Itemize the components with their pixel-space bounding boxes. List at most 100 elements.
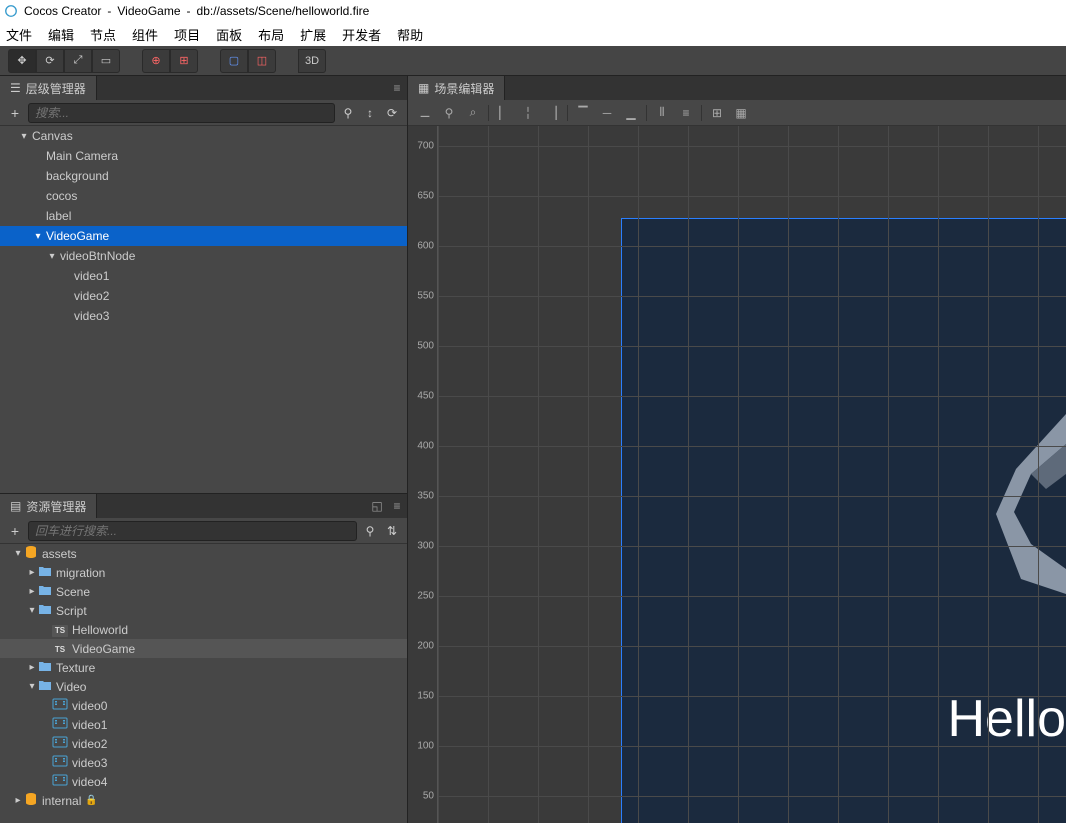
search-icon[interactable]: ⚲ [339,104,357,122]
expand-arrow-icon[interactable]: ▸ [26,586,38,597]
hierarchy-node[interactable]: video3 [0,306,407,326]
expand-arrow-icon[interactable]: ▸ [26,662,38,673]
assets-search-input[interactable] [28,521,357,541]
hierarchy-node[interactable]: ▾Canvas [0,126,407,146]
asset-item[interactable]: TSVideoGame [0,639,407,658]
menu-组件[interactable]: 组件 [132,25,158,44]
hierarchy-toolbar: + ⚲ ↕ ⟳ [0,100,407,126]
scale-tool-button[interactable]: ⤢ [64,49,92,73]
move-tool-button[interactable]: ✥ [8,49,36,73]
ruler-tick-label: 550 [417,291,434,302]
asset-label: Video [56,680,86,694]
hierarchy-node[interactable]: ▾videoBtnNode [0,246,407,266]
expand-arrow-icon[interactable]: ▾ [46,251,58,262]
asset-item[interactable]: ▾assets [0,544,407,563]
expand-arrow-icon[interactable]: ▾ [18,131,30,142]
hierarchy-node[interactable]: label [0,206,407,226]
ruler-tick-label: 300 [417,541,434,552]
align-top-icon[interactable]: ▔ [572,103,594,123]
search-icon[interactable]: ⚲ [361,522,379,540]
hierarchy-node[interactable]: video2 [0,286,407,306]
scene-canvas[interactable]: 7006506005505004504003503002502001501005… [408,126,1066,823]
align-button-2[interactable]: ◫ [248,49,276,73]
assets-tree[interactable]: ▾assets▸migration▸Scene▾ScriptTSHellowor… [0,544,407,823]
asset-item[interactable]: ▸Texture [0,658,407,677]
asset-item[interactable]: video1 [0,715,407,734]
panel-menu-icon[interactable]: ≡ [387,78,407,98]
zoom-in-icon[interactable]: ⚲ [438,103,460,123]
asset-item[interactable]: ▾ Script [0,601,407,620]
align-button-1[interactable]: ▢ [220,49,248,73]
refresh-icon[interactable]: ⟳ [383,104,401,122]
menu-面板[interactable]: 面板 [216,25,242,44]
node-label: background [44,169,109,183]
db-icon [24,792,42,809]
hierarchy-node[interactable]: cocos [0,186,407,206]
asset-item[interactable]: ▸migration [0,563,407,582]
asset-item[interactable]: ▸internal🔒 [0,791,407,810]
align-right-icon[interactable]: ▕ [541,103,563,123]
hierarchy-node[interactable]: ▾VideoGame [0,226,407,246]
expand-arrow-icon[interactable]: ▸ [26,567,38,578]
ruler-tick-label: 700 [417,141,434,152]
add-node-button[interactable]: + [6,104,24,122]
ruler-tick-label: 200 [417,641,434,652]
popout-icon[interactable]: ◱ [367,496,387,516]
menu-项目[interactable]: 项目 [174,25,200,44]
hierarchy-tab-bar: ☰ 层级管理器 ≡ [0,76,407,100]
menu-编辑[interactable]: 编辑 [48,25,74,44]
menu-布局[interactable]: 布局 [258,25,284,44]
expand-arrow-icon[interactable]: ▾ [26,605,38,616]
menu-节点[interactable]: 节点 [90,25,116,44]
align-bottom-icon[interactable]: ▁ [620,103,642,123]
assets-tab[interactable]: ▤ 资源管理器 [0,494,97,518]
menu-帮助[interactable]: 帮助 [397,25,423,44]
rect-tool-button[interactable]: ▭ [92,49,120,73]
hierarchy-node[interactable]: Main Camera [0,146,407,166]
asset-label: video4 [72,775,107,789]
align-center-h-icon[interactable]: ╎ [517,103,539,123]
expand-arrow-icon[interactable]: ▾ [12,548,24,559]
sort-icon[interactable]: ⇅ [383,522,401,540]
rotate-tool-button[interactable]: ⟳ [36,49,64,73]
align-left-icon[interactable]: ▏ [493,103,515,123]
anchor-center-button[interactable]: ⊕ [142,49,170,73]
grid-icon[interactable]: ▦ [730,103,752,123]
hierarchy-node[interactable]: video1 [0,266,407,286]
asset-item[interactable]: video3 [0,753,407,772]
asset-item[interactable]: video4 [0,772,407,791]
asset-item[interactable]: video2 [0,734,407,753]
panel-menu-icon[interactable]: ≡ [387,496,407,516]
asset-item[interactable]: video0 [0,696,407,715]
expand-arrow-icon[interactable]: ▸ [12,795,24,806]
hierarchy-tab[interactable]: ☰ 层级管理器 [0,76,97,100]
expand-arrow-icon[interactable]: ▾ [26,681,38,692]
hierarchy-node[interactable]: background [0,166,407,186]
3d-toggle-button[interactable]: 3D [298,49,326,73]
zoom-out-icon[interactable]: ⚊ [414,103,436,123]
hierarchy-search-input[interactable] [28,103,335,123]
asset-item[interactable]: ▸ Scene [0,582,407,601]
hierarchy-icon: ☰ [10,81,21,95]
align-center-v-icon[interactable]: ─ [596,103,618,123]
menu-开发者[interactable]: 开发者 [342,25,381,44]
hierarchy-tree[interactable]: ▾CanvasMain Camera background cocoslabel▾V… [0,126,407,493]
expand-arrow-icon[interactable]: ▾ [32,231,44,242]
asset-label: Scene [56,585,90,599]
asset-item[interactable]: ▾ Video [0,677,407,696]
menu-文件[interactable]: 文件 [6,25,32,44]
asset-label: Script [56,604,87,618]
snap-icon[interactable]: ⊞ [706,103,728,123]
anchor-local-button[interactable]: ⊞ [170,49,198,73]
distribute-v-icon[interactable]: ≡ [675,103,697,123]
add-asset-button[interactable]: + [6,522,24,540]
zoom-fit-icon[interactable]: ⌕ [462,103,484,123]
video-icon [52,736,72,751]
collapse-icon[interactable]: ↕ [361,104,379,122]
scene-tab[interactable]: ▦ 场景编辑器 [408,76,505,100]
asset-item[interactable]: TSHelloworld [0,620,407,639]
anchor-tool-group: ⊕ ⊞ [142,49,198,73]
menu-扩展[interactable]: 扩展 [300,25,326,44]
distribute-h-icon[interactable]: ⫴ [651,103,673,123]
video-icon [52,698,72,713]
